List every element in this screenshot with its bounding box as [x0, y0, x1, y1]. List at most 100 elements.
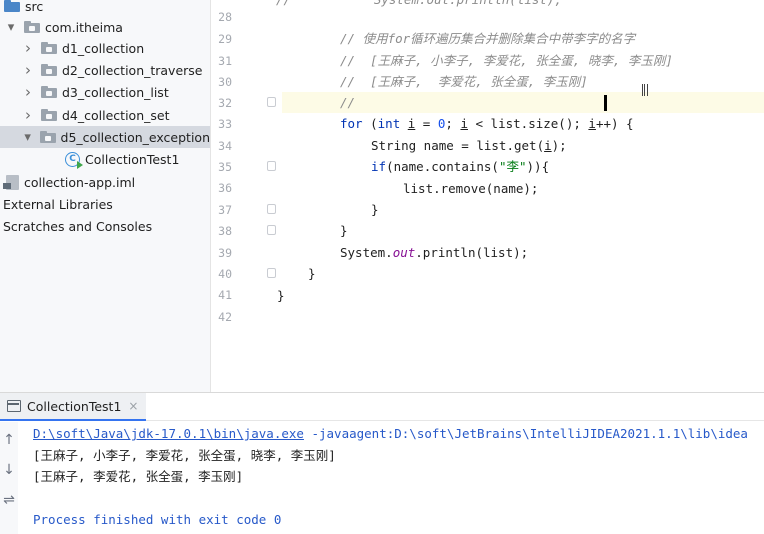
tree-item-label: d4_collection_set [62, 107, 170, 123]
tree-item[interactable]: › d2_collection_traverse [0, 59, 210, 81]
console-icon [7, 400, 21, 412]
chevron-right-icon[interactable]: › [22, 61, 34, 79]
line-number: 30 [218, 75, 232, 89]
line-number: 40 [218, 267, 232, 281]
line-number: 37 [218, 203, 232, 217]
code-var: i [460, 116, 468, 131]
line-number: 36 [218, 181, 232, 195]
chevron-right-icon[interactable]: › [22, 83, 34, 101]
code-text: = [415, 116, 438, 131]
line-number: 41 [218, 288, 232, 302]
code-var: i [588, 116, 596, 131]
code-brace: } [308, 266, 316, 281]
code-text: System. [340, 245, 393, 260]
line-number: 33 [218, 117, 232, 131]
code-text: .println(list); [415, 245, 529, 260]
tree-item-label: d5_collection_exception [60, 129, 210, 145]
java-exe-link[interactable]: D:\soft\Java\jdk-17.0.1\bin\java.exe [33, 426, 304, 441]
tree-item[interactable]: collection-app.iml [0, 171, 210, 193]
console-command-line: D:\soft\Java\jdk-17.0.1\bin\java.exe -ja… [33, 423, 764, 445]
tree-item[interactable]: C CollectionTest1 [0, 148, 210, 170]
code-if-line: if(name.contains("李")){ [371, 156, 549, 177]
line-number: 42 [218, 310, 232, 324]
tree-item-label: CollectionTest1 [85, 151, 180, 167]
java-class-icon: C [65, 151, 83, 169]
run-tab-label: CollectionTest1 [27, 398, 122, 414]
line-number: 31 [218, 54, 232, 68]
chevron-down-icon[interactable]: ▾ [22, 130, 33, 145]
tree-item-label: collection-app.iml [24, 174, 136, 190]
tree-item[interactable]: External Libraries [0, 193, 210, 215]
package-folder-icon [41, 109, 57, 121]
line-number: 34 [218, 139, 232, 153]
code-comment-empty: // [340, 95, 356, 110]
code-text: )){ [526, 159, 550, 174]
console-line-after: [王麻子, 李爱花, 张全蛋, 李玉刚] [33, 469, 244, 484]
code-brace: } [277, 288, 285, 303]
package-folder-icon [24, 21, 40, 33]
scroll-up-icon[interactable]: ↑ [0, 432, 18, 448]
tree-item-label: src [25, 0, 44, 14]
line-number: 29 [218, 32, 232, 46]
line-number: 32 [218, 96, 232, 110]
code-comment-after: // [王麻子, 李爱花, 张全蛋, 李玉刚] [340, 74, 588, 89]
fold-marker[interactable] [267, 225, 276, 235]
scroll-down-icon[interactable]: ↓ [0, 462, 18, 478]
run-tab-collectiontest1[interactable]: CollectionTest1 × [0, 393, 147, 421]
fold-marker[interactable] [267, 97, 276, 107]
code-remove-line: list.remove(name); [403, 181, 539, 196]
code-text: (name.contains( [386, 159, 499, 174]
console-args: -javaagent:D:\soft\JetBrains\IntelliJIDE… [303, 426, 748, 441]
text-caret [604, 95, 607, 111]
chevron-right-icon[interactable]: › [22, 39, 34, 57]
keyword: if [371, 159, 387, 174]
code-editor[interactable]: // System.out.println(list); // 使用for循环遍… [276, 0, 764, 392]
code-text: ); [551, 138, 567, 153]
tree-item-label: d3_collection_list [62, 84, 169, 100]
package-folder-icon [40, 131, 57, 143]
console-line-before: [王麻子, 小李子, 李爱花, 张全蛋, 晓李, 李玉刚] [33, 447, 336, 463]
package-folder-icon [41, 86, 57, 98]
line-number: 39 [218, 246, 232, 260]
code-string: "李" [498, 159, 527, 174]
package-folder-icon [41, 42, 57, 54]
tree-item[interactable]: ▾ com.itheima [0, 16, 210, 38]
tree-item[interactable]: src [0, 0, 210, 17]
module-file-icon [3, 174, 19, 190]
chevron-down-icon[interactable]: ▾ [5, 20, 17, 35]
code-text: ++) { [595, 116, 634, 131]
tree-item-label: External Libraries [3, 196, 113, 212]
code-text: < list.size(); [467, 116, 589, 131]
tree-item[interactable]: ▾ d5_collection_exception [0, 126, 210, 148]
tree-item[interactable]: Scratches and Consoles [0, 215, 210, 237]
tree-item[interactable]: › d1_collection [0, 37, 210, 59]
tree-item-label: Scratches and Consoles [3, 218, 153, 234]
project-tool-window: src ▾ com.itheima › d1_collection › d2_collect… [0, 0, 211, 392]
chevron-right-icon[interactable]: › [22, 106, 34, 124]
tree-item-label: d2_collection_traverse [62, 62, 203, 78]
line-number: 38 [218, 224, 232, 238]
keyword: for [340, 116, 363, 131]
fold-marker[interactable] [267, 161, 276, 171]
close-icon[interactable]: × [128, 399, 138, 413]
run-tab-bar: CollectionTest1 × [0, 393, 764, 421]
run-tool-window: CollectionTest1 × ↑ ↓ ⇌ D:\soft\Java\jdk… [0, 392, 764, 534]
fold-marker[interactable] [267, 268, 276, 278]
console-output[interactable]: D:\soft\Java\jdk-17.0.1\bin\java.exe -ja… [33, 423, 764, 531]
code-comment-title: // 使用for循环遍历集合并删除集合中带李字的名字 [340, 31, 636, 46]
code-text: ; [445, 116, 461, 131]
tree-item[interactable]: › d3_collection_list [0, 81, 210, 103]
tree-item-label: d1_collection [62, 40, 145, 56]
console-exit-message: Process finished with exit code 0 [33, 512, 282, 527]
tree-item[interactable]: › d4_collection_set [0, 104, 210, 126]
code-field: out [392, 245, 416, 260]
code-println-line: System.out.println(list); [340, 242, 528, 263]
keyword: int [377, 116, 401, 131]
code-comment-before: // [王麻子, 小李子, 李爱花, 张全蛋, 晓李, 李玉刚] [340, 53, 673, 68]
code-line-partial: // System.out.println(list); [276, 0, 562, 10]
code-var: i [544, 138, 552, 153]
console-empty-line [33, 488, 764, 510]
mouse-ibeam-cursor-icon [642, 84, 648, 96]
fold-marker[interactable] [267, 204, 276, 214]
soft-wrap-icon[interactable]: ⇌ [0, 492, 18, 508]
